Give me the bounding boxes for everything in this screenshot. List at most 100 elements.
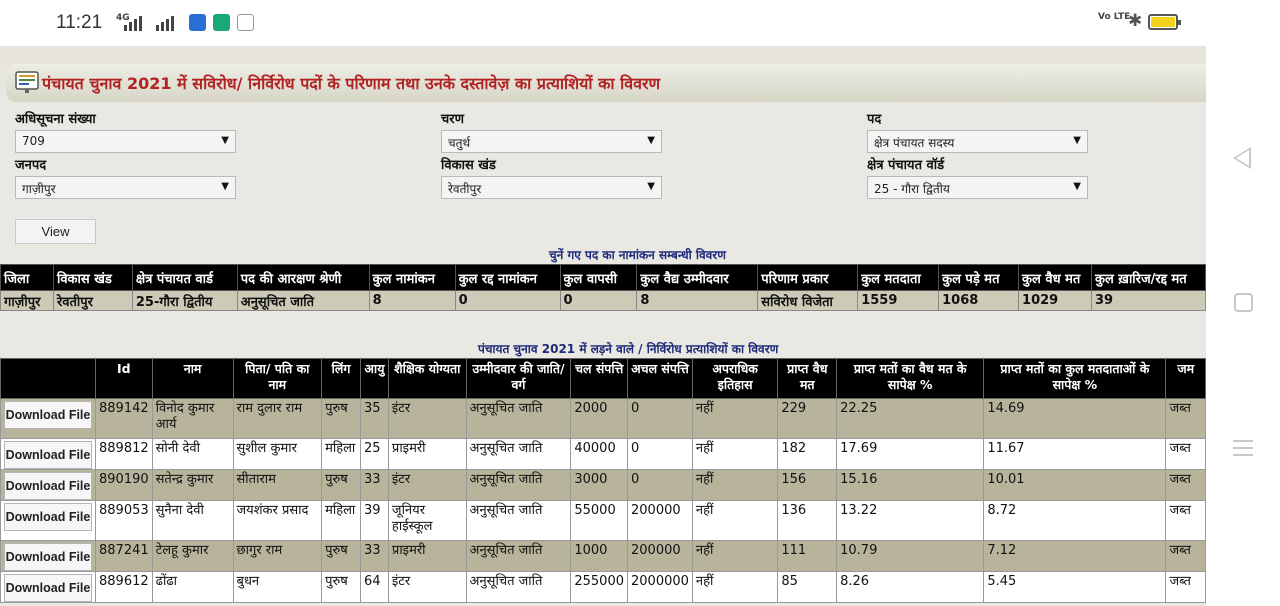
cell-deposit: जब्त — [1165, 500, 1206, 541]
cell-votes: 85 — [777, 571, 838, 603]
cell-father: बुधन — [232, 571, 323, 603]
cell-id: 890190 — [95, 469, 153, 501]
download-file-button[interactable]: Download File — [4, 503, 92, 531]
cell-education: इंटर — [387, 469, 467, 501]
candidates-section-title: पंचायत चुनाव 2021 में लड़ने वाले / निर्व… — [478, 342, 779, 356]
cell-gender: पुरुष — [321, 469, 361, 501]
cell-criminal: नहीं — [691, 540, 779, 572]
cell-deposit: जब्त — [1165, 540, 1206, 572]
column-header — [0, 358, 96, 399]
cell-pct-total: 10.01 — [983, 469, 1167, 501]
cell-gender: पुरुष — [321, 571, 361, 603]
phase-label: चरण — [441, 112, 464, 127]
column-header: लिंग — [321, 358, 361, 399]
column-header: कुल नामांकन — [368, 264, 456, 291]
cell-pct-total: 11.67 — [983, 438, 1167, 470]
download-file-button[interactable]: Download File — [4, 574, 92, 602]
download-file-button[interactable]: Download File — [4, 543, 92, 571]
nomination-table: जिला विकास खंड क्षेत्र पंचायत वार्ड पद की आ… — [0, 264, 1206, 311]
dropdown-arrow-icon: ▼ — [221, 181, 229, 192]
app-notification-icon — [189, 14, 206, 31]
cell-id: 889812 — [95, 438, 153, 470]
column-header: कुल वापसी — [559, 264, 638, 291]
column-header: कुल ख़ारिज/रद्द मत — [1090, 264, 1206, 291]
cell-criminal: नहीं — [691, 500, 779, 541]
cell-name: टेलहू कुमार — [151, 540, 234, 572]
post-select[interactable]: क्षेत्र पंचायत सदस्य ▼ — [867, 130, 1088, 153]
cell-criminal: नहीं — [691, 571, 779, 603]
cell-education: प्राइमरी — [387, 438, 467, 470]
cell-immovable: 200000 — [627, 540, 693, 572]
cell-education: इंटर — [387, 398, 467, 439]
cell-caste: अनुसूचित जाति — [465, 438, 572, 470]
view-button[interactable]: View — [15, 219, 96, 244]
column-header: कुल वैद्य उम्मीदवार — [636, 264, 759, 291]
column-header: आयु — [359, 358, 389, 399]
cell-movable: 40000 — [570, 438, 628, 470]
cell-father: छागुर राम — [232, 540, 323, 572]
volte-icon: Vo LTE — [1098, 12, 1131, 22]
download-cell: Download File — [0, 540, 96, 572]
cell-age: 33 — [359, 469, 389, 501]
post-value: क्षेत्र पंचायत सदस्य — [874, 136, 955, 150]
ward-value: 25 - गौरा द्वितीय — [874, 182, 950, 196]
column-header: उम्मीदवार की जाति/वर्ग — [465, 358, 572, 399]
cell-age: 35 — [359, 398, 389, 439]
cell-votes: 229 — [777, 398, 838, 439]
download-file-button[interactable]: Download File — [4, 401, 92, 429]
page-header: पंचायत चुनाव 2021 में सविरोध/ निर्विरोध … — [6, 64, 1206, 102]
cell-criminal: नहीं — [691, 469, 779, 501]
cell-id: 889142 — [95, 398, 153, 439]
column-header: Id — [95, 358, 153, 399]
back-icon[interactable] — [1233, 147, 1251, 169]
cell-age: 64 — [359, 571, 389, 603]
network-type: 4G — [116, 13, 130, 23]
cell-movable: 1000 — [570, 540, 628, 572]
cell-caste: अनुसूचित जाति — [465, 571, 572, 603]
cell-criminal: नहीं — [691, 398, 779, 439]
cell-votes: 111 — [777, 540, 838, 572]
column-header: क्षेत्र पंचायत वार्ड — [131, 264, 238, 291]
navigation-bar — [1206, 0, 1280, 606]
recents-menu-icon[interactable] — [1233, 438, 1253, 458]
cell-father: जयशंकर प्रसाद — [232, 500, 323, 541]
battery-icon — [1148, 14, 1181, 30]
cell-pct-total: 14.69 — [983, 398, 1167, 439]
download-file-button[interactable]: Download File — [4, 441, 92, 469]
cell-pct-valid: 10.79 — [836, 540, 985, 572]
signal-bar-icon — [161, 22, 164, 31]
block-select[interactable]: रेवतीपुर ▼ — [441, 176, 662, 199]
column-header: कुल मतदाता — [857, 264, 940, 291]
notification-label: अधिसूचना संख्या — [15, 112, 96, 127]
column-header: जम — [1165, 358, 1206, 399]
cell-caste: अनुसूचित जाति — [465, 540, 572, 572]
cell-pct-valid: 17.69 — [836, 438, 985, 470]
cell-id: 889053 — [95, 500, 153, 541]
ward-label: क्षेत्र पंचायत वॉर्ड — [867, 158, 945, 173]
phase-select[interactable]: चतुर्थ ▼ — [441, 130, 662, 153]
cell-id: 887241 — [95, 540, 153, 572]
district-select[interactable]: गाज़ीपुर ▼ — [15, 176, 236, 199]
home-icon[interactable] — [1234, 293, 1253, 312]
dropdown-arrow-icon: ▼ — [647, 181, 655, 192]
table-row: Download File 887241 टेलहू कुमार छागुर राम प… — [0, 540, 1206, 572]
column-header: कुल पड़े मत — [938, 264, 1020, 291]
column-header: नाम — [151, 358, 234, 399]
download-file-button[interactable]: Download File — [4, 472, 92, 500]
table-cell: 8 — [368, 290, 456, 311]
app-notification-icon — [213, 14, 230, 31]
table-row: Download File 889612 ढोंढा बुधन पुरुष 64 इंटर अ… — [0, 571, 1206, 603]
cell-immovable: 0 — [627, 438, 693, 470]
column-header: अचल संपत्ति — [627, 358, 693, 399]
cell-movable: 2000 — [570, 398, 628, 439]
column-header: परिणाम प्रकार — [757, 264, 859, 291]
ward-select[interactable]: 25 - गौरा द्वितीय ▼ — [867, 176, 1088, 199]
table-cell: 0 — [454, 290, 561, 311]
table-cell: रेवतीपुर — [52, 290, 133, 311]
signal-bar-icon — [124, 25, 127, 31]
candidates-table: Id नाम पिता/ पति का नाम लिंग आयु शैक्षिक योग्… — [0, 358, 1206, 603]
cell-votes: 182 — [777, 438, 838, 470]
notification-select[interactable]: 709 ▼ — [15, 130, 236, 153]
cell-deposit: जब्त — [1165, 438, 1206, 470]
column-header: अपराधिक इतिहास — [691, 358, 779, 399]
